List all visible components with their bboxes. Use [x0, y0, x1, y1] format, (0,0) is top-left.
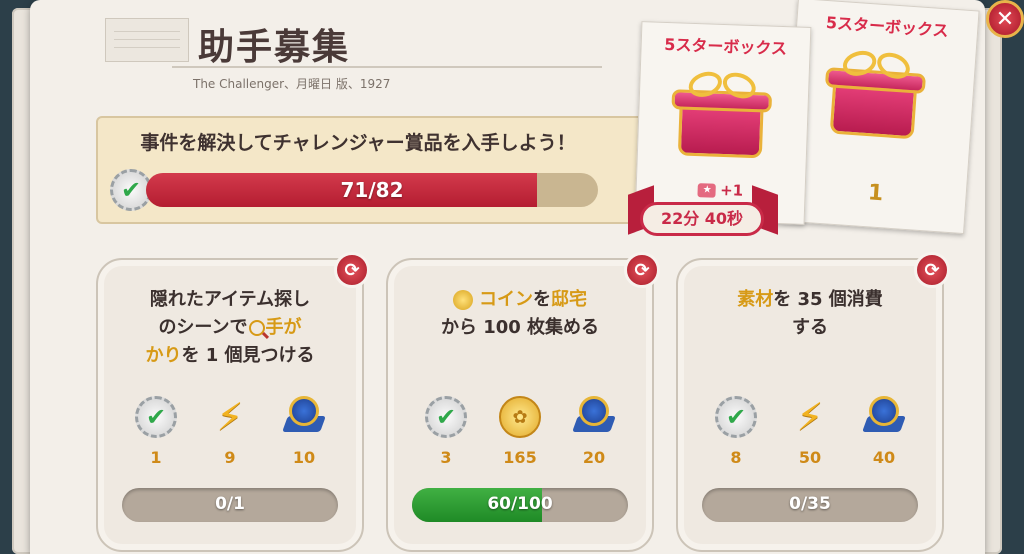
- reward-energy: ⚡ 50: [780, 396, 840, 476]
- prize-count: 1: [867, 180, 885, 207]
- goal-text: 事件を解決してチャレンジャー賞品を入手しよう！: [140, 132, 576, 154]
- task-card: ⟳ 隠れたアイテム探し のシーンで 手が かりを 1 個見つける ✔ 1 ⚡ 9 …: [96, 252, 370, 552]
- goal-panel: 事件を解決してチャレンジャー賞品を入手しよう！ ✔ 71/82: [96, 116, 660, 224]
- reward-row: ✔ 3 ✿ 165 20: [416, 396, 624, 476]
- goal-progress-text: 71/82: [340, 178, 404, 202]
- prize-label: 5スターボックス: [664, 34, 788, 59]
- refresh-button[interactable]: ⟳: [334, 252, 370, 288]
- prize-bonus-value: +1: [719, 180, 744, 200]
- task-progress-bar: 0/1: [122, 488, 338, 522]
- magnifier-medal-icon: [572, 396, 616, 438]
- task-text: 隠れたアイテム探し のシーンで 手が かりを 1 個見つける: [114, 286, 346, 370]
- prize-timer: 22分 40秒: [640, 202, 764, 236]
- reward-value: 8: [730, 448, 742, 467]
- reward-medal: 40: [854, 396, 914, 476]
- reward-value: 3: [440, 448, 452, 467]
- task-text-part: のシーンで: [158, 317, 248, 338]
- refresh-icon: ⟳: [634, 259, 650, 281]
- reward-value: 165: [503, 448, 537, 467]
- reward-check: ✔ 3: [416, 396, 476, 476]
- lightning-icon: ⚡: [796, 395, 824, 439]
- refresh-button[interactable]: ⟳: [914, 252, 950, 288]
- task-text-part: する: [792, 317, 828, 338]
- magnifier-medal-icon: [862, 396, 906, 438]
- newspaper-stamp: [105, 18, 189, 62]
- title-divider: [172, 66, 602, 68]
- reward-coin: ✿ 165: [490, 396, 550, 476]
- task-text: 素材を 35 個消費 する: [694, 286, 926, 342]
- task-progress-bar: 60/100: [412, 488, 628, 522]
- prize-card-back[interactable]: 5スターボックス 1: [782, 0, 980, 235]
- reward-medal: 10: [274, 396, 334, 476]
- refresh-button[interactable]: ⟳: [624, 252, 660, 288]
- task-text-highlight: 邸宅: [551, 289, 587, 310]
- gift-box-icon: [668, 67, 775, 163]
- task-progress-text: 0/35: [789, 494, 831, 514]
- reward-value: 20: [582, 448, 606, 467]
- reward-medal: 20: [564, 396, 624, 476]
- task-text-part: を 1 個見つける: [181, 345, 315, 366]
- page-subtitle: The Challenger、月曜日 版、1927: [193, 77, 391, 91]
- prize-bonus: ★ +1: [636, 178, 805, 202]
- task-text-part: から 100 枚集める: [440, 317, 600, 338]
- prize-label: 5スターボックス: [825, 12, 950, 41]
- task-text-part: を: [533, 289, 551, 310]
- refresh-icon: ⟳: [344, 259, 360, 281]
- coin-icon: ✿: [499, 396, 541, 438]
- task-text-highlight: 手が: [265, 317, 302, 338]
- reward-check: ✔ 8: [706, 396, 766, 476]
- page-title: 助手募集: [198, 27, 351, 68]
- reward-check: ✔ 1: [126, 396, 186, 476]
- reward-energy: ⚡ 9: [200, 396, 260, 476]
- refresh-icon: ⟳: [924, 259, 940, 281]
- reward-value: 1: [150, 448, 162, 467]
- task-progress-text: 0/1: [215, 494, 245, 514]
- task-text-highlight: 素材: [737, 289, 774, 310]
- task-text-highlight: コイン: [479, 289, 533, 310]
- task-text-part: 隠れたアイテム探し: [149, 289, 311, 310]
- check-badge-icon: ✔: [715, 396, 757, 438]
- reward-row: ✔ 8 ⚡ 50 40: [706, 396, 914, 476]
- reward-value: 50: [798, 448, 822, 467]
- task-text-part: を 35 個消費: [773, 289, 883, 310]
- reward-row: ✔ 1 ⚡ 9 10: [126, 396, 334, 476]
- check-badge-icon: ✔: [135, 396, 177, 438]
- magnifier-icon: [248, 320, 265, 336]
- check-badge-icon: ✔: [425, 396, 467, 438]
- reward-value: 10: [292, 448, 316, 467]
- task-card: ⟳ コインを邸宅 から 100 枚集める ✔ 3 ✿ 165 20 60/100: [386, 252, 660, 552]
- task-progress-text: 60/100: [487, 494, 553, 514]
- gift-box-icon: [819, 47, 929, 144]
- star-chip-icon: ★: [697, 182, 717, 198]
- close-icon: ✕: [995, 6, 1015, 32]
- reward-value: 40: [872, 448, 896, 467]
- close-button[interactable]: ✕: [986, 0, 1024, 38]
- reward-value: 9: [224, 448, 236, 467]
- magnifier-medal-icon: [282, 396, 326, 438]
- goal-progress-bar: 71/82: [146, 173, 598, 207]
- task-text: コインを邸宅 から 100 枚集める: [404, 286, 636, 342]
- lightning-icon: ⚡: [216, 395, 244, 439]
- task-progress-bar: 0/35: [702, 488, 918, 522]
- coin-icon: [453, 290, 473, 310]
- prize-card-front[interactable]: 5スターボックス ★ +1: [634, 21, 812, 225]
- task-text-highlight: かり: [145, 345, 182, 366]
- task-card: ⟳ 素材を 35 個消費 する ✔ 8 ⚡ 50 40 0/35: [676, 252, 950, 552]
